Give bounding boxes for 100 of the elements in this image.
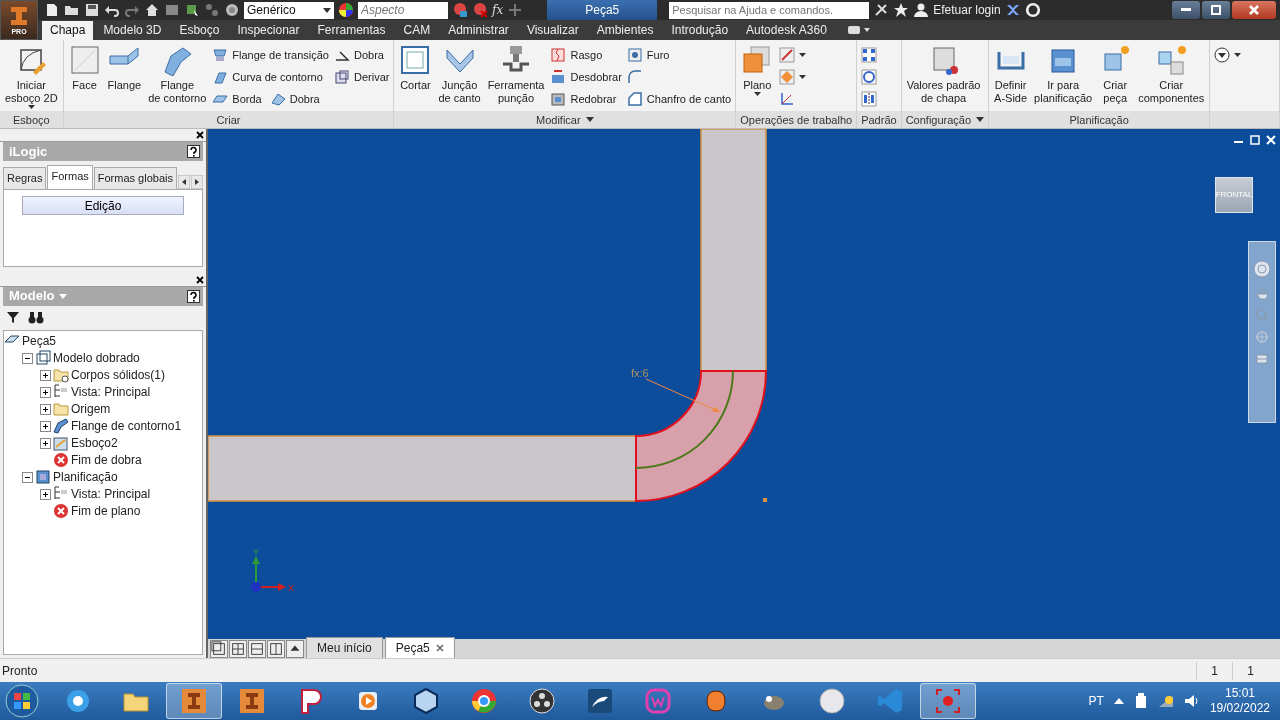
- hole-button[interactable]: Furo: [626, 46, 670, 64]
- tree-item[interactable]: Corpos sólidos(1): [71, 366, 166, 384]
- components-button[interactable]: Criar componentes: [1137, 44, 1206, 111]
- cube-select-icon[interactable]: [184, 2, 200, 18]
- tree-item[interactable]: Vista: Principal: [71, 383, 151, 401]
- ribbon-tab[interactable]: CAM: [395, 21, 439, 40]
- expand-toggle[interactable]: [40, 488, 51, 500]
- tile-windows-icon[interactable]: [229, 639, 247, 658]
- appearance-field[interactable]: Aspecto: [358, 1, 448, 19]
- panel-title[interactable]: Configuração: [905, 111, 972, 128]
- hem-button[interactable]: Borda: [212, 90, 262, 108]
- start-button[interactable]: [4, 683, 40, 719]
- new-file-icon[interactable]: [44, 2, 60, 18]
- material-dropdown[interactable]: Genérico: [244, 1, 334, 19]
- tree-item[interactable]: Esboço2: [71, 434, 118, 452]
- sheet-defaults-button[interactable]: Valores padrão de chapa: [905, 44, 982, 111]
- bend-button[interactable]: Dobra: [269, 90, 320, 108]
- language-indicator[interactable]: PT: [1088, 692, 1104, 710]
- ucs-button[interactable]: [779, 91, 796, 107]
- document-tab[interactable]: Peça5: [384, 637, 455, 658]
- circular-pattern-button[interactable]: [861, 69, 878, 85]
- panel-tab[interactable]: Regras: [3, 167, 47, 189]
- plus-icon[interactable]: [507, 2, 524, 18]
- flange-button[interactable]: Flange: [106, 44, 143, 111]
- edit-button[interactable]: Edição: [22, 195, 184, 215]
- save-icon[interactable]: [84, 2, 100, 18]
- rectangular-pattern-button[interactable]: [861, 47, 878, 63]
- expand-toggle[interactable]: [22, 352, 33, 364]
- contour-roll-button[interactable]: Curva de contorno: [212, 68, 323, 86]
- ribbon-tab[interactable]: Esboço: [171, 21, 228, 40]
- expand-circle-button[interactable]: [1214, 47, 1242, 63]
- ribbon-tab[interactable]: Introdução: [663, 21, 737, 40]
- restore-button[interactable]: [1202, 1, 1230, 19]
- ribbon-tab[interactable]: Chapa: [42, 21, 94, 40]
- cascade-windows-icon[interactable]: [210, 639, 228, 658]
- nodes-icon[interactable]: [204, 2, 220, 18]
- tree-item[interactable]: Fim de plano: [71, 502, 141, 520]
- point-button[interactable]: [779, 69, 807, 85]
- refold-button[interactable]: Redobrar: [550, 90, 617, 108]
- ribbon-tab[interactable]: Modelo 3D: [95, 21, 170, 40]
- ribbon-tab[interactable]: Ambientes: [588, 21, 662, 40]
- expand-toggle[interactable]: [40, 386, 51, 398]
- corner-round-button[interactable]: [626, 69, 643, 85]
- axis-button[interactable]: [779, 47, 807, 63]
- caret-icon[interactable]: [585, 117, 594, 122]
- flat-pattern-button[interactable]: Ir para planificação: [1033, 44, 1094, 111]
- mirror-button[interactable]: [861, 91, 878, 107]
- corner-seam-button[interactable]: Junção de canto: [437, 44, 482, 111]
- show-hidden-icons-icon[interactable]: [1113, 697, 1124, 705]
- transition-flange-button[interactable]: Flange de transição: [212, 46, 329, 64]
- cut-button[interactable]: Cortar: [398, 44, 433, 111]
- scroll-left-icon[interactable]: [178, 174, 190, 189]
- binoculars-icon[interactable]: [28, 309, 44, 324]
- caret-icon[interactable]: [976, 117, 985, 122]
- close-icon[interactable]: [196, 131, 204, 139]
- tree-item[interactable]: Flange de contorno1: [71, 417, 182, 435]
- tree-item[interactable]: Planificação: [53, 468, 118, 486]
- tree-item[interactable]: Origem: [71, 400, 111, 418]
- face-button[interactable]: Face: [67, 44, 102, 111]
- punch-tool-button[interactable]: Ferramenta punção: [486, 44, 546, 111]
- restore-icon[interactable]: [1250, 135, 1260, 145]
- volume-icon[interactable]: [1183, 694, 1200, 708]
- star-icon[interactable]: [893, 2, 910, 18]
- derive-button[interactable]: Derivar: [333, 68, 390, 86]
- vertical-split-icon[interactable]: [267, 639, 285, 658]
- a-side-button[interactable]: Definir A-Side: [993, 44, 1029, 111]
- tree-item[interactable]: Modelo dobrado: [53, 349, 140, 367]
- login-link[interactable]: Efetuar login: [933, 1, 1001, 19]
- ribbon-tab[interactable]: Ferramentas: [309, 21, 394, 40]
- close-button[interactable]: [1232, 1, 1276, 19]
- globe-icon[interactable]: [224, 2, 240, 18]
- panel-tab[interactable]: Formas: [47, 165, 93, 189]
- expand-toggle[interactable]: [40, 403, 51, 415]
- expand-toggle[interactable]: [40, 420, 51, 432]
- tree-item[interactable]: Fim de dobra: [71, 451, 142, 469]
- horizontal-split-icon[interactable]: [248, 639, 266, 658]
- expand-toggle[interactable]: [22, 471, 33, 483]
- rip-button[interactable]: Rasgo: [550, 46, 603, 64]
- home-icon[interactable]: [144, 2, 160, 18]
- expand-toggle[interactable]: [40, 437, 51, 449]
- tree-item[interactable]: Peça5: [22, 332, 57, 350]
- fold-button[interactable]: Dobra: [333, 46, 384, 64]
- taskbar-app[interactable]: [166, 683, 222, 719]
- contour-flange-button[interactable]: Flange de contorno: [147, 44, 208, 111]
- sketch-button[interactable]: Iniciar esboço 2D: [4, 44, 59, 111]
- panel-title[interactable]: Modificar: [536, 111, 581, 128]
- corner-chamfer-button[interactable]: Chanfro de canto: [626, 90, 732, 108]
- user-icon[interactable]: [913, 2, 930, 18]
- expand-toggle[interactable]: [40, 369, 51, 381]
- help-search-field[interactable]: Pesquisar na Ajuda e comandos.: [669, 1, 870, 19]
- filter-icon[interactable]: [6, 309, 20, 324]
- ribbon-tab[interactable]: Autodesk A360: [738, 21, 835, 40]
- scroll-right-icon[interactable]: [191, 174, 203, 189]
- formula-button[interactable]: fx: [492, 1, 504, 19]
- close-icon[interactable]: [196, 275, 204, 284]
- document-tab[interactable]: Meu início: [306, 637, 383, 658]
- unfold-button[interactable]: Desdobrar: [550, 68, 622, 86]
- plane-button[interactable]: Plano: [740, 44, 775, 111]
- ribbon-tab[interactable]: Administrar: [440, 21, 517, 40]
- appearance-icon[interactable]: [452, 2, 468, 18]
